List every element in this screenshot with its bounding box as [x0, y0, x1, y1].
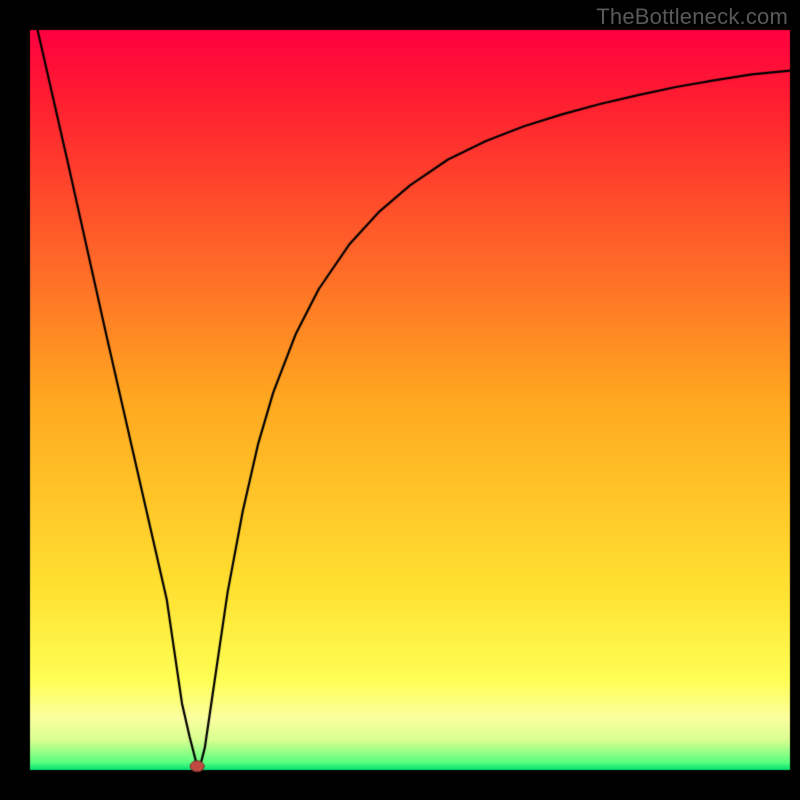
bottleneck-chart-canvas	[0, 0, 800, 800]
chart-container: TheBottleneck.com	[0, 0, 800, 800]
watermark-text: TheBottleneck.com	[596, 4, 788, 30]
